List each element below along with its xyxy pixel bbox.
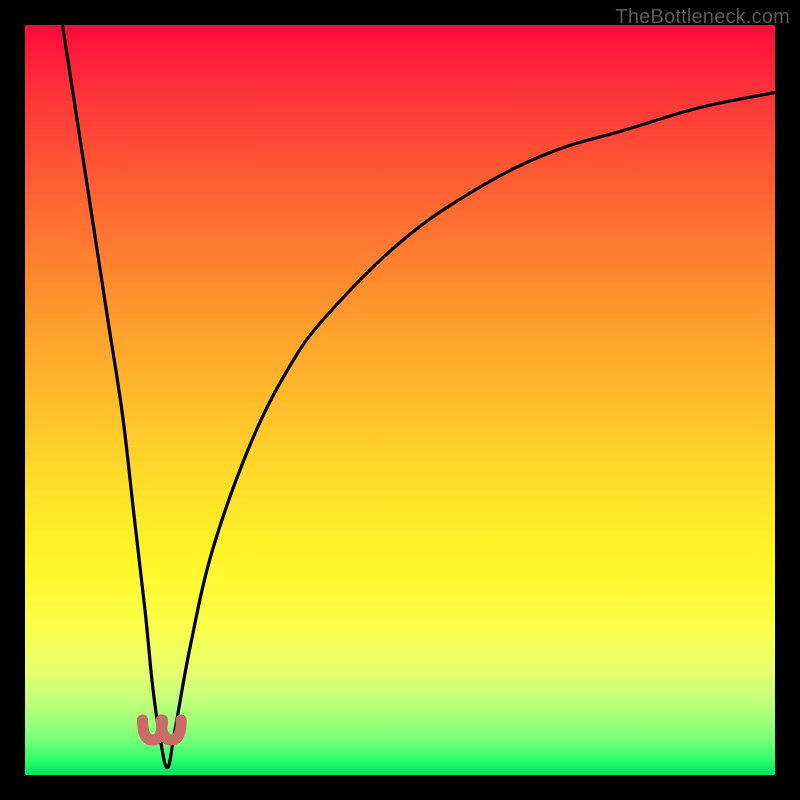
watermark-text: TheBottleneck.com <box>615 6 790 29</box>
outer-frame: TheBottleneck.com <box>0 0 800 800</box>
plot-area <box>25 25 775 775</box>
valley-marker-right <box>161 720 181 740</box>
bottleneck-curve <box>63 25 776 768</box>
curve-layer <box>25 25 775 775</box>
